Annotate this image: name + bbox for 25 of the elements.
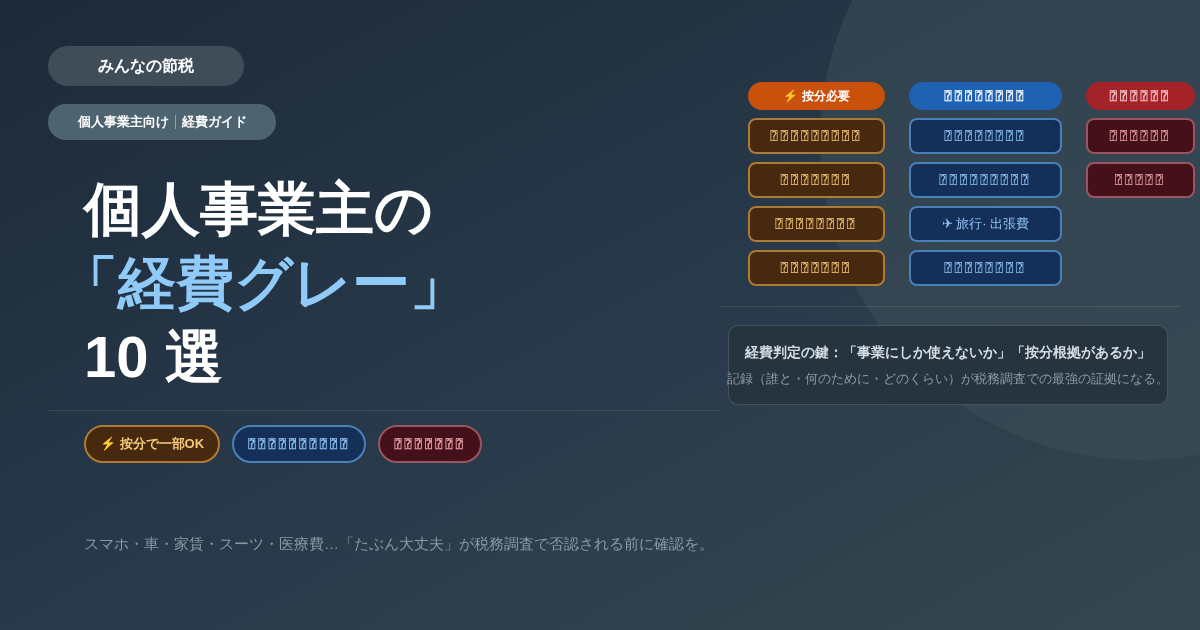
- category-header: ⍰⍰⍰⍰⍰⍰⍰⍰: [909, 82, 1062, 110]
- category-text: 個人事業主向け: [77, 113, 169, 132]
- footer-text: スマホ・車・家賃・スーツ・医療費…「たぶん大丈夫」が税務調査で否認される前に確認を。: [84, 534, 715, 554]
- category-header: ⍰⍰⍰⍰⍰⍰: [1086, 82, 1195, 110]
- category-header: ⚡ 按分必要: [748, 82, 885, 110]
- headline: 10 選: [84, 323, 224, 391]
- headline: 個人事業主の: [84, 175, 434, 243]
- expense-tag: ✈ 旅行· 出張費: [909, 206, 1062, 242]
- expense-tag: ⍰⍰⍰⍰⍰⍰⍰⍰: [909, 250, 1062, 286]
- key-note-body: 記録（誰と・何のために・どのくらい）が税務調査での最強の証拠になる。: [727, 369, 1169, 388]
- legend-pill: ⍰⍰⍰⍰⍰⍰⍰: [378, 425, 482, 463]
- expense-tag: ⍰⍰⍰⍰⍰⍰⍰: [748, 162, 885, 198]
- expense-tag: ⍰⍰⍰⍰⍰⍰: [1086, 118, 1195, 154]
- expense-tag: ⍰⍰⍰⍰⍰⍰⍰⍰⍰: [748, 118, 885, 154]
- headline-highlight: 「経費グレー」: [60, 249, 469, 317]
- legend-pill: ⚡ 按分で一部OK: [84, 425, 221, 463]
- legend-pill: ⍰⍰⍰⍰⍰⍰⍰⍰⍰⍰: [232, 425, 367, 463]
- expense-tag: ⍰⍰⍰⍰⍰⍰⍰⍰: [748, 206, 885, 242]
- expense-tag: ⍰⍰⍰⍰⍰⍰⍰⍰⍰: [909, 162, 1062, 198]
- key-note-title: 経費判定の鍵：「事業にしか使えないか」「按分根拠があるか」: [745, 342, 1151, 362]
- category-text: 経費ガイド: [181, 113, 247, 132]
- expense-tag: ⍰⍰⍰⍰⍰⍰⍰⍰: [909, 118, 1062, 154]
- brand-badge: みんなの節税: [48, 46, 244, 86]
- expense-tag: ⍰⍰⍰⍰⍰: [1086, 162, 1195, 198]
- expense-tag: ⍰⍰⍰⍰⍰⍰⍰: [748, 250, 885, 286]
